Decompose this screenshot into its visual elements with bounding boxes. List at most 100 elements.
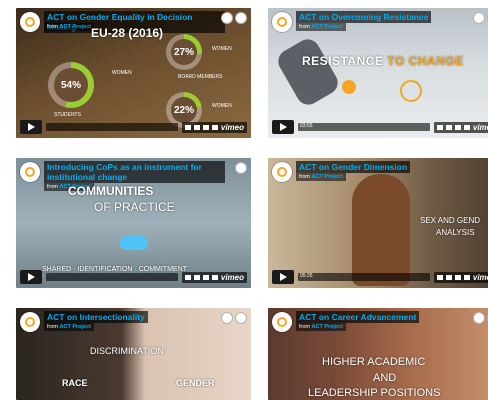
share-icons xyxy=(473,312,488,324)
video-card-overcoming-resistance[interactable]: ACT on Overcoming Resistance from ACT Pr… xyxy=(268,8,488,138)
settings-icon[interactable] xyxy=(454,274,461,280)
video-byline: from ACT Project xyxy=(44,323,95,331)
progress-bar[interactable] xyxy=(46,123,178,131)
overlay-text-b: TO CHANGE xyxy=(387,54,464,68)
share-icon[interactable] xyxy=(235,12,247,24)
cc-icon[interactable] xyxy=(193,124,200,130)
play-icon[interactable] xyxy=(272,120,294,134)
video-card-gender-dimension[interactable]: ACT on Gender Dimension from ACT Project… xyxy=(268,158,488,288)
channel-link[interactable]: ACT Project xyxy=(60,324,91,330)
women-pct-1: 27% xyxy=(173,46,194,58)
video-byline: from ACT Project xyxy=(296,23,347,31)
like-icon[interactable] xyxy=(473,312,485,324)
vimeo-logo[interactable]: vimeo xyxy=(473,273,488,282)
video-title[interactable]: ACT on Overcoming Resistance xyxy=(296,11,432,23)
play-icon[interactable] xyxy=(272,270,294,284)
share-icons xyxy=(473,12,488,24)
overlay-line-2: AND xyxy=(373,372,397,384)
share-icon[interactable] xyxy=(235,162,247,174)
share-icons xyxy=(221,312,247,324)
like-icon[interactable] xyxy=(473,12,485,24)
player-controls: 03:55 vimeo xyxy=(272,120,488,134)
board-label: BOARD MEMBERS xyxy=(178,74,223,80)
cc-icon[interactable] xyxy=(193,274,200,280)
act-logo-icon[interactable] xyxy=(272,12,292,32)
from-label: from xyxy=(47,324,58,330)
channel-link[interactable]: ACT Project xyxy=(312,174,343,180)
channel-link[interactable]: ACT Project xyxy=(312,324,343,330)
from-label: from xyxy=(299,324,310,330)
volume-icon[interactable] xyxy=(436,124,443,130)
vimeo-logo[interactable]: vimeo xyxy=(221,123,244,132)
women-label-small: WOMEN xyxy=(112,70,132,76)
overlay-line-1: COMMUNITIES xyxy=(68,184,154,198)
from-label: from xyxy=(47,24,58,30)
channel-link[interactable]: ACT Project xyxy=(60,24,91,30)
settings-icon[interactable] xyxy=(202,124,209,130)
player-tools: vimeo xyxy=(181,271,247,283)
act-logo-icon[interactable] xyxy=(272,312,292,332)
progress-bar[interactable]: 05:26 xyxy=(298,273,430,281)
fullscreen-icon[interactable] xyxy=(211,274,218,280)
from-label: from xyxy=(299,24,310,30)
volume-icon[interactable] xyxy=(184,124,191,130)
volume-icon[interactable] xyxy=(184,274,191,280)
player-tools: vimeo xyxy=(433,121,488,133)
settings-icon[interactable] xyxy=(454,124,461,130)
video-byline: from ACT Project xyxy=(44,23,95,31)
share-icon[interactable] xyxy=(235,312,247,324)
fullscreen-icon[interactable] xyxy=(463,274,470,280)
act-logo-icon[interactable] xyxy=(20,162,40,182)
video-title[interactable]: ACT on Career Advancement xyxy=(296,311,420,323)
vimeo-logo[interactable]: vimeo xyxy=(221,273,244,282)
play-icon[interactable] xyxy=(20,120,42,134)
player-controls: vimeo xyxy=(20,270,247,284)
overlay-left: RACE xyxy=(62,378,88,388)
overlay-line-1: HIGHER ACADEMIC xyxy=(322,356,426,368)
overlay-text: RESISTANCE TO CHANGE xyxy=(302,54,464,68)
overlay-line-2: OF PRACTICE xyxy=(94,200,175,214)
act-logo-icon[interactable] xyxy=(20,12,40,32)
overlay-text-a: RESISTANCE xyxy=(302,54,384,68)
volume-icon[interactable] xyxy=(436,274,443,280)
progress-bar[interactable] xyxy=(46,273,178,281)
progress-bar[interactable]: 03:55 xyxy=(298,123,430,131)
students-donut: 54% xyxy=(48,62,94,108)
women-label-1: WOMEN xyxy=(212,46,232,52)
act-logo-icon[interactable] xyxy=(20,312,40,332)
video-title[interactable]: ACT on Gender Dimension xyxy=(296,161,411,173)
video-card-intersectionality[interactable]: ACT on Intersectionality from ACT Projec… xyxy=(16,308,251,400)
from-label: from xyxy=(47,184,58,190)
cc-icon[interactable] xyxy=(445,124,452,130)
overlay-line-1: SEX AND GEND xyxy=(420,216,481,225)
fullscreen-icon[interactable] xyxy=(211,124,218,130)
women-label-2: WOMEN xyxy=(212,103,232,109)
fullscreen-icon[interactable] xyxy=(463,124,470,130)
overlay-line-3: LEADERSHIP POSITIONS xyxy=(308,387,441,399)
act-logo-icon[interactable] xyxy=(272,162,292,182)
video-card-cops[interactable]: Introducing CoPs as an instrument for in… xyxy=(16,158,251,288)
video-card-gender-equality[interactable]: ACT on Gender Equality in Decision Makin… xyxy=(16,8,251,138)
like-icon[interactable] xyxy=(221,12,233,24)
duration: 05:26 xyxy=(300,273,313,279)
clock-icon xyxy=(400,80,422,102)
play-icon[interactable] xyxy=(20,270,42,284)
video-card-career-advancement[interactable]: ACT on Career Advancement from ACT Proje… xyxy=(268,308,488,400)
cc-icon[interactable] xyxy=(445,274,452,280)
video-title[interactable]: Introducing CoPs as an instrument for in… xyxy=(44,161,225,183)
settings-icon[interactable] xyxy=(202,274,209,280)
share-icons xyxy=(221,12,247,24)
headline: EU-28 (2016) xyxy=(91,26,164,40)
video-byline: from ACT Project xyxy=(296,173,347,181)
channel-link[interactable]: ACT Project xyxy=(312,24,343,30)
player-controls: vimeo xyxy=(20,120,247,134)
overlay-right: GENDER xyxy=(176,378,215,388)
overlay-line-2: ANALYSIS xyxy=(436,228,475,237)
vimeo-logo[interactable]: vimeo xyxy=(473,123,488,132)
video-byline: from ACT Project xyxy=(296,323,347,331)
player-controls: 05:26 vimeo xyxy=(272,270,488,284)
from-label: from xyxy=(299,174,310,180)
video-title[interactable]: ACT on Intersectionality xyxy=(44,311,148,323)
people-icon xyxy=(120,236,148,250)
like-icon[interactable] xyxy=(221,312,233,324)
